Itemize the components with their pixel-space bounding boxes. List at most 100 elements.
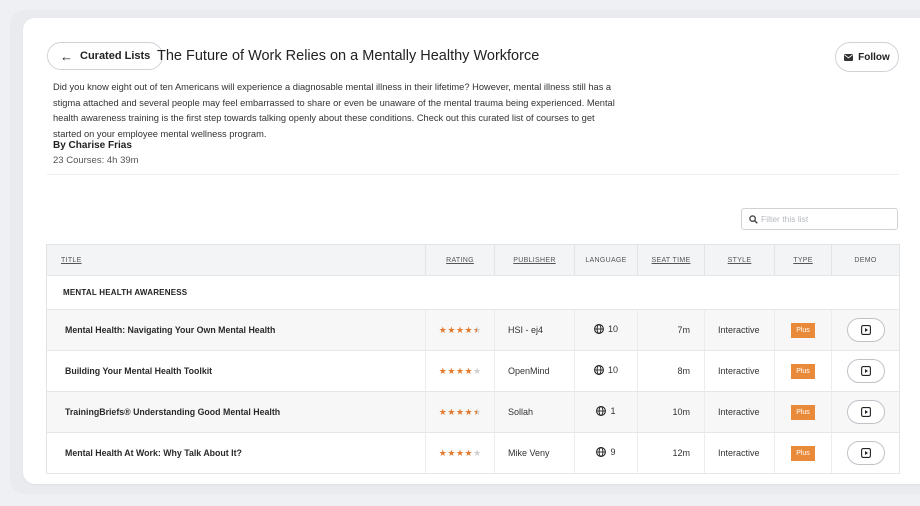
star-icon: ★ — [455, 447, 465, 458]
publisher-cell: OpenMind — [494, 350, 575, 392]
course-title-link[interactable]: Mental Health: Navigating Your Own Menta… — [46, 309, 426, 351]
seat-time-cell: 10m — [637, 391, 705, 433]
star-icon: ★ — [438, 447, 447, 458]
back-button-label: Curated Lists — [80, 50, 151, 62]
style-cell: Interactive — [704, 350, 775, 392]
star-icon: ★ — [447, 324, 456, 335]
language-count-value: 10 — [607, 324, 618, 334]
demo-button[interactable] — [846, 400, 885, 424]
arrow-left-icon: ← — [60, 48, 73, 64]
star-icon: ★ — [473, 324, 482, 335]
demo-button[interactable] — [846, 359, 885, 383]
seat-time-cell: 7m — [637, 309, 705, 351]
column-header-publisher[interactable]: PUBLISHER — [494, 244, 575, 276]
course-title-link[interactable]: TrainingBriefs® Understanding Good Menta… — [46, 391, 426, 433]
table-header-row: TITLE RATING PUBLISHER LANGUAGE SEAT TIM… — [46, 244, 900, 276]
demo-cell — [831, 309, 900, 351]
play-icon — [860, 448, 871, 458]
demo-cell — [831, 432, 900, 474]
star-icon: ★ — [438, 324, 447, 335]
course-title-link[interactable]: Mental Health At Work: Why Talk About It… — [46, 432, 426, 474]
type-badge: Plus — [791, 322, 815, 338]
star-rating: ★ ★ ★ ★ ★ — [439, 325, 481, 336]
filter-input[interactable] — [761, 214, 891, 224]
type-cell: Plus — [774, 391, 832, 433]
language-count-value: 1 — [610, 406, 616, 416]
list-description: Did you know eight out of ten Americans … — [53, 82, 615, 139]
column-header-rating[interactable]: RATING — [425, 244, 495, 276]
star-icon: ★ — [473, 365, 482, 376]
column-header-seat-time[interactable]: SEAT TIME — [637, 244, 705, 276]
group-row: MENTAL HEALTH AWARENESS — [46, 275, 900, 310]
language-count: 10 — [594, 324, 618, 334]
table-row: TrainingBriefs® Understanding Good Menta… — [46, 391, 900, 433]
star-rating: ★ ★ ★ ★ ★ — [439, 407, 481, 418]
star-icon: ★ — [464, 447, 473, 458]
style-cell: Interactive — [704, 391, 775, 433]
globe-icon — [596, 447, 607, 457]
follow-button-label: Follow — [858, 51, 890, 63]
globe-icon — [596, 406, 607, 416]
globe-icon — [594, 324, 604, 334]
follow-button[interactable]: Follow — [835, 42, 899, 72]
type-badge: Plus — [791, 404, 815, 420]
style-cell: Interactive — [704, 432, 775, 474]
star-icon: ★ — [473, 406, 482, 417]
type-badge: Plus — [791, 445, 815, 461]
star-icon: ★ — [455, 406, 465, 417]
divider — [47, 174, 899, 175]
style-cell: Interactive — [704, 309, 775, 351]
language-count: 10 — [594, 365, 618, 375]
demo-cell — [831, 391, 900, 433]
back-to-curated-lists-button[interactable]: ← Curated Lists — [47, 42, 164, 70]
publisher-cell: HSI - ej4 — [494, 309, 575, 351]
star-icon: ★ — [455, 365, 465, 376]
star-icon: ★ — [464, 406, 473, 417]
language-cell: 10 — [574, 350, 638, 392]
star-icon: ★ — [464, 324, 473, 335]
star-icon: ★ — [447, 406, 456, 417]
star-icon: ★ — [464, 365, 473, 376]
demo-button[interactable] — [846, 441, 885, 465]
star-icon: ★ — [447, 447, 456, 458]
globe-icon — [594, 365, 604, 375]
course-title-link[interactable]: Building Your Mental Health Toolkit — [46, 350, 426, 392]
play-icon — [860, 407, 871, 417]
type-cell: Plus — [774, 309, 832, 351]
publisher-cell: Mike Veny — [494, 432, 575, 474]
language-count-value: 10 — [607, 365, 618, 375]
author-name: By Charise Frias — [53, 140, 132, 151]
column-header-demo: DEMO — [831, 244, 900, 276]
star-icon: ★ — [455, 324, 465, 335]
language-cell: 1 — [574, 391, 638, 433]
type-badge: Plus — [791, 363, 815, 379]
seat-time-cell: 12m — [637, 432, 705, 474]
table-row: Mental Health: Navigating Your Own Menta… — [46, 309, 900, 351]
rating-cell: ★ ★ ★ ★ ★ — [425, 391, 495, 433]
envelope-icon — [844, 53, 854, 61]
table-row: Mental Health At Work: Why Talk About It… — [46, 432, 900, 474]
column-header-type[interactable]: TYPE — [774, 244, 832, 276]
language-cell: 10 — [574, 309, 638, 351]
rating-cell: ★ ★ ★ ★ ★ — [425, 432, 495, 474]
column-header-title[interactable]: TITLE — [46, 244, 426, 276]
filter-box — [741, 208, 898, 230]
star-icon: ★ — [438, 406, 447, 417]
language-count-value: 9 — [610, 447, 616, 457]
column-header-language: LANGUAGE — [574, 244, 638, 276]
course-summary: 23 Courses: 4h 39m — [53, 155, 139, 166]
star-icon: ★ — [473, 447, 482, 458]
publisher-cell: Sollah — [494, 391, 575, 433]
type-cell: Plus — [774, 432, 832, 474]
star-icon: ★ — [447, 365, 456, 376]
language-cell: 9 — [574, 432, 638, 474]
column-header-style[interactable]: STYLE — [704, 244, 775, 276]
curated-list-card: ← Curated Lists The Future of Work Relie… — [23, 18, 920, 484]
rating-cell: ★ ★ ★ ★ ★ — [425, 350, 495, 392]
demo-cell — [831, 350, 900, 392]
type-cell: Plus — [774, 350, 832, 392]
demo-button[interactable] — [846, 318, 885, 342]
group-label: MENTAL HEALTH AWARENESS — [46, 275, 900, 310]
courses-table: TITLE RATING PUBLISHER LANGUAGE SEAT TIM… — [46, 244, 900, 474]
rating-cell: ★ ★ ★ ★ ★ — [425, 309, 495, 351]
